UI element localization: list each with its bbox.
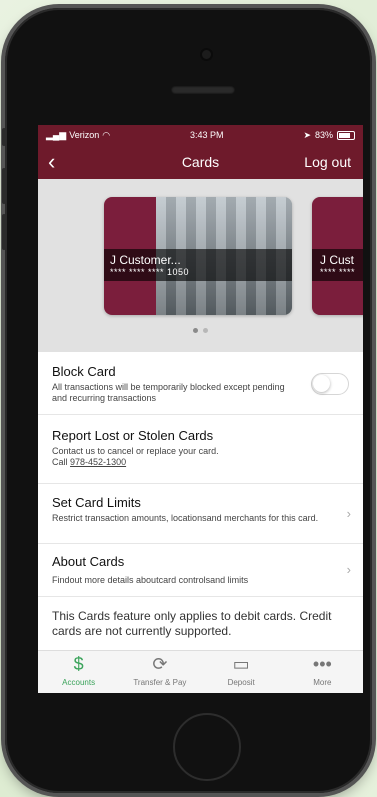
status-left: ▂▄▆ Verizon ◠ [46,130,110,141]
phone-link[interactable]: 978-452-1300 [70,457,126,467]
carrier-label: Verizon [69,130,100,140]
page-title: Cards [181,154,220,170]
dollar-icon: $ [73,654,84,674]
back-button[interactable]: ‹ [48,149,55,175]
block-card-toggle[interactable] [311,373,349,395]
about-cards-row[interactable]: About Cards Findout more details aboutca… [38,544,363,597]
volume-down-button [2,214,6,250]
chevron-right-icon: › [346,562,351,577]
signal-icon: ▂▄▆ [46,129,67,140]
tab-bar: $ Accounts ⟳ Transfer & Pay ▭ Deposit ••… [38,650,363,693]
block-card-desc: All transactions will be temporarily blo… [52,382,285,403]
card-carousel[interactable]: J Customer... **** **** **** 1050 J Cust… [38,179,363,352]
report-lost-desc: Contact us to cancel or replace your car… [52,446,219,456]
card-holder-name: J Customer... [110,253,181,267]
page-dot-active [193,328,198,333]
tab-accounts[interactable]: $ Accounts [38,651,119,693]
app-screen: ▂▄▆ Verizon ◠ 3:43 PM ➤ 83% ‹ Cards Log … [38,125,363,693]
wifi-icon: ◠ [102,129,111,140]
report-lost-title: Report Lost or Stolen Cards [52,428,214,443]
home-button[interactable] [173,713,241,781]
tab-label: Accounts [62,678,96,687]
tab-more[interactable]: ••• More [282,651,363,693]
mute-switch [2,128,6,146]
card-number: **** **** [320,267,356,277]
earpiece-speaker [171,86,235,94]
card-holder-name: J Cust [320,253,355,267]
set-limits-desc: Restrict transaction amounts, locationsa… [52,513,319,523]
card-info-band: J Cust **** **** [312,249,363,281]
set-limits-title: Set Card Limits [52,495,141,510]
report-lost-row[interactable]: Report Lost or Stolen Cards Contact us t… [38,415,363,484]
status-bar: ▂▄▆ Verizon ◠ 3:43 PM ➤ 83% [38,125,363,145]
card-number: **** **** **** 1050 [110,267,190,277]
chevron-right-icon: › [346,506,351,521]
status-time: 3:43 PM [190,130,224,140]
block-card-title: Block Card [52,364,116,379]
about-cards-title: About Cards [52,554,125,569]
logout-button[interactable]: Log out [304,154,351,170]
debit-only-note: This Cards feature only applies to debit… [52,609,332,638]
location-icon: ➤ [303,129,311,140]
card-info-band: J Customer... **** **** **** 1050 [104,249,292,281]
nav-bar: ‹ Cards Log out [38,145,363,179]
next-card[interactable]: J Cust **** **** [312,197,363,315]
set-limits-row[interactable]: Set Card Limits Restrict transaction amo… [38,484,363,544]
tab-deposit[interactable]: ▭ Deposit [201,651,282,693]
page-indicator [38,328,363,333]
battery-icon [337,130,355,140]
front-camera [202,50,211,59]
more-icon: ••• [312,654,332,674]
volume-up-button [2,168,6,204]
tab-label: Deposit [227,678,255,687]
about-cards-desc: Findout more details aboutcard controlsa… [52,575,249,585]
tab-transfer-pay[interactable]: ⟳ Transfer & Pay [119,651,200,693]
block-card-row[interactable]: Block Card All transactions will be temp… [38,352,363,415]
report-lost-call: Call 978-452-1300 [52,457,349,468]
page-dot [203,328,208,333]
call-prefix: Call [52,457,68,467]
battery-percent: 83% [314,130,333,140]
transfer-icon: ⟳ [152,654,168,674]
status-right: ➤ 83% [303,130,355,141]
debit-card[interactable]: J Customer... **** **** **** 1050 [104,197,292,315]
tab-label: Transfer & Pay [133,678,187,687]
tab-label: More [313,678,332,687]
deposit-icon: ▭ [232,654,250,674]
